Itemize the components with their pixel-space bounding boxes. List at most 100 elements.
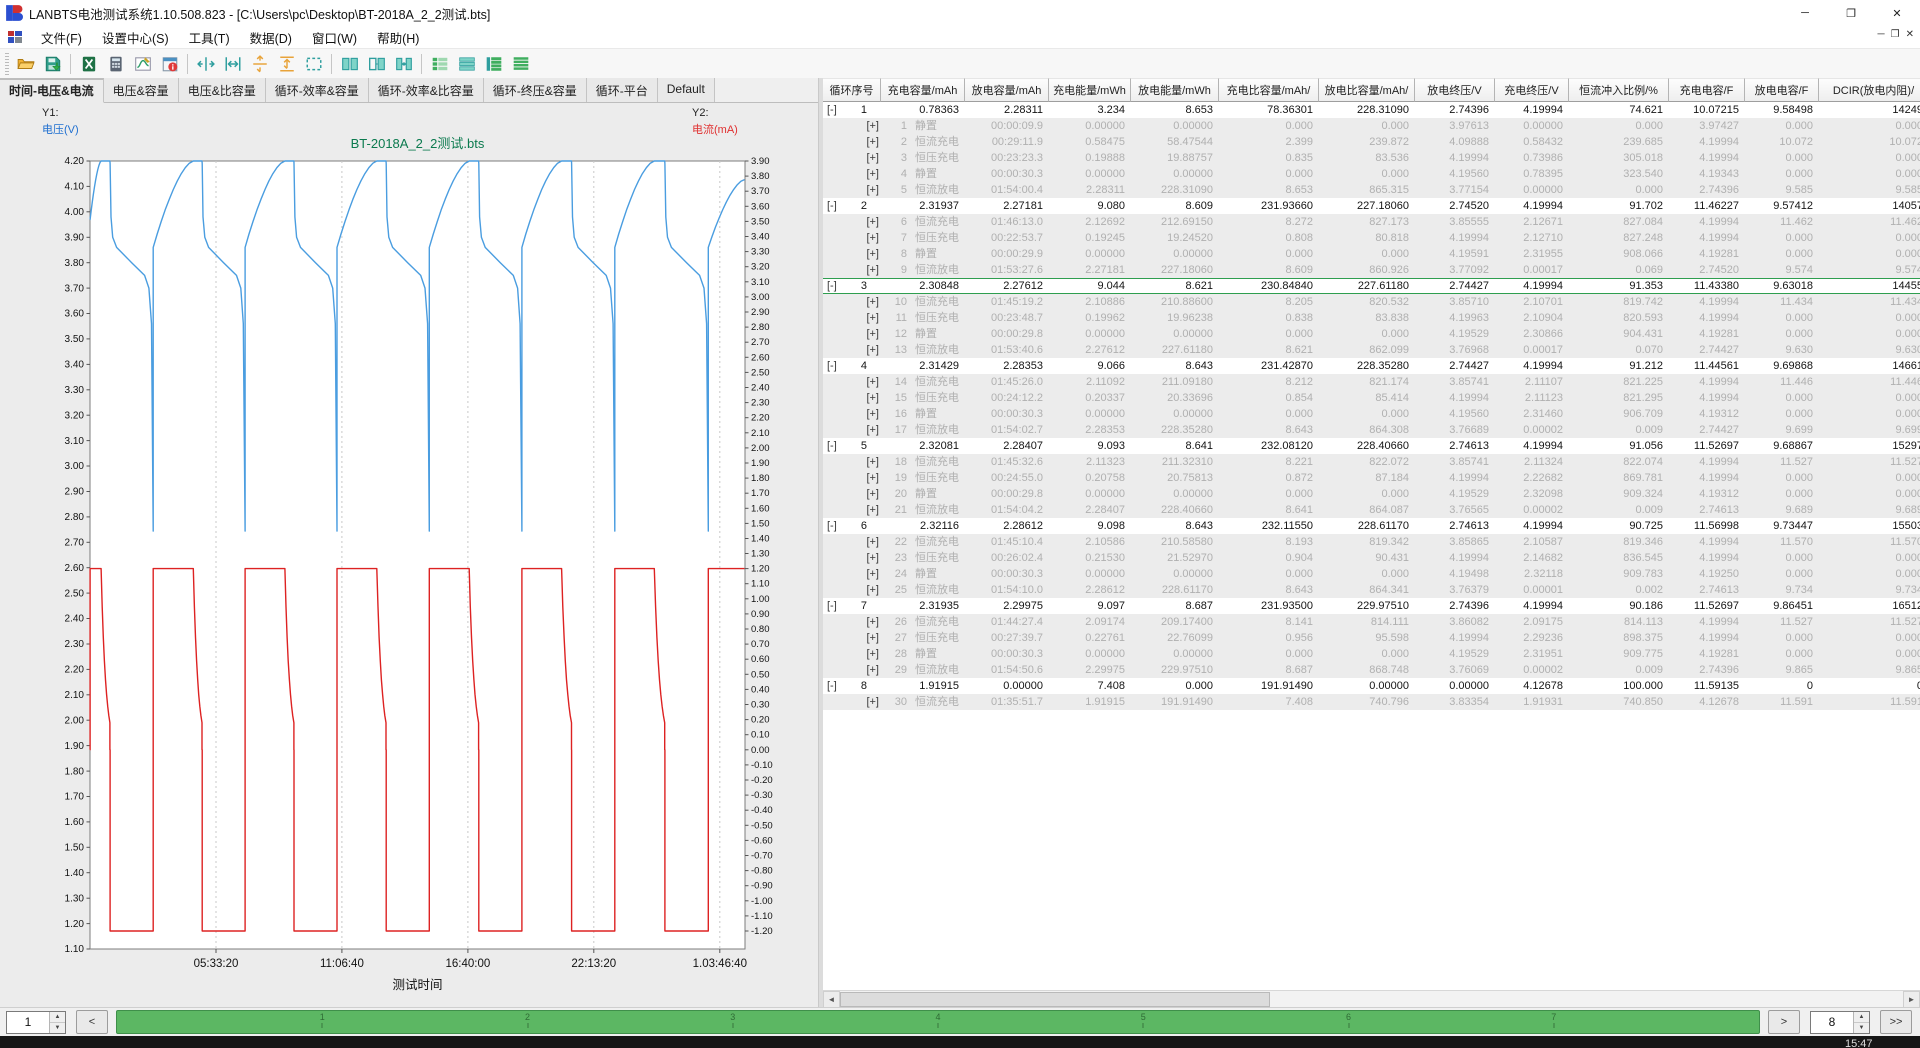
collapse-expander[interactable]: [-] [827, 279, 837, 293]
expand-expander[interactable]: [+] [866, 168, 879, 180]
total-up-icon[interactable]: ▲ [1854, 1012, 1869, 1023]
step-row[interactable]: [+]6恒流充电01:46:13.02.12692212.691508.2728… [823, 214, 1920, 230]
view-list-4-button[interactable] [507, 51, 534, 77]
expand-expander[interactable]: [+] [866, 328, 879, 340]
step-row[interactable]: [+]29恒流放电01:54:50.62.29975229.975108.687… [823, 662, 1920, 678]
step-row[interactable]: [+]4静置00:00:30.30.000000.000000.0000.000… [823, 166, 1920, 182]
column-header-2[interactable]: 放电容量/mAh [965, 78, 1049, 102]
column-header-12[interactable]: DCIR(放电内阻)/ [1819, 78, 1920, 102]
expand-expander[interactable]: [+] [866, 344, 879, 356]
total-page-spinner[interactable]: 8 ▲ ▼ [1810, 1011, 1870, 1034]
page-input[interactable]: 1 [7, 1012, 49, 1033]
table-h-scrollbar[interactable]: ◄ ► [823, 990, 1920, 1008]
tab-3[interactable]: 循环-效率&容量 [266, 78, 369, 102]
step-row[interactable]: [+]24静置00:00:30.30.000000.000000.0000.00… [823, 566, 1920, 582]
step-row[interactable]: [+]28静置00:00:30.30.000000.000000.0000.00… [823, 646, 1920, 662]
next-page-button[interactable]: > [1768, 1010, 1800, 1034]
expand-expander[interactable]: [+] [866, 488, 879, 500]
tab-2[interactable]: 电压&比容量 [179, 78, 266, 102]
zoom-horizontal-button[interactable] [192, 51, 219, 77]
menu-item-1[interactable]: 设置中心(S) [92, 26, 179, 49]
step-row[interactable]: [+]8静置00:00:29.90.000000.000000.0000.000… [823, 246, 1920, 262]
column-header-6[interactable]: 放电比容量/mAh/ [1319, 78, 1415, 102]
step-row[interactable]: [+]27恒压充电00:27:39.70.2276122.760990.9569… [823, 630, 1920, 646]
cycle-row[interactable]: [-]32.308482.276129.0448.621230.84840227… [823, 278, 1920, 294]
view-list-3-button[interactable] [480, 51, 507, 77]
menu-item-0[interactable]: 文件(F) [31, 26, 92, 49]
step-row[interactable]: [+]7恒压充电00:22:53.70.1924519.245200.80880… [823, 230, 1920, 246]
expand-expander[interactable]: [+] [866, 424, 879, 436]
cycle-row[interactable]: [-]42.314292.283539.0668.643231.42870228… [823, 358, 1920, 374]
page-down-icon[interactable]: ▼ [50, 1023, 65, 1033]
curve-editor-button[interactable] [129, 51, 156, 77]
menu-item-3[interactable]: 数据(D) [240, 26, 302, 49]
expand-expander[interactable]: [+] [866, 664, 879, 676]
expand-expander[interactable]: [+] [866, 392, 879, 404]
expand-expander[interactable]: [+] [866, 248, 879, 260]
mdi-minimize-icon[interactable]: ─ [1878, 29, 1885, 40]
column-header-8[interactable]: 充电终压/V [1495, 78, 1569, 102]
save-button[interactable] [39, 51, 66, 77]
zoom-fit-vertical-button[interactable] [273, 51, 300, 77]
step-row[interactable]: [+]3恒压充电00:23:23.30.1988819.887570.83583… [823, 150, 1920, 166]
menu-item-5[interactable]: 帮助(H) [367, 26, 429, 49]
close-button[interactable]: ✕ [1874, 0, 1920, 26]
column-header-4[interactable]: 放电能量/mWh [1131, 78, 1219, 102]
expand-expander[interactable]: [+] [866, 216, 879, 228]
collapse-expander[interactable]: [-] [827, 358, 837, 374]
open-button[interactable] [12, 51, 39, 77]
column-header-5[interactable]: 充电比容量/mAh/ [1219, 78, 1319, 102]
step-row[interactable]: [+]9恒流放电01:53:27.62.27181227.180608.6098… [823, 262, 1920, 278]
expand-expander[interactable]: [+] [866, 648, 879, 660]
expand-expander[interactable]: [+] [866, 232, 879, 244]
view-list-2-button[interactable] [453, 51, 480, 77]
step-row[interactable]: [+]25恒流放电01:54:10.02.28612228.611708.643… [823, 582, 1920, 598]
page-spinner[interactable]: 1 ▲ ▼ [6, 1011, 66, 1034]
cycle-row[interactable]: [-]52.320812.284079.0938.641232.08120228… [823, 438, 1920, 454]
cycle-row[interactable]: [-]72.319352.299759.0978.687231.93500229… [823, 598, 1920, 614]
scroll-left-icon[interactable]: ◄ [823, 991, 840, 1008]
expand-expander[interactable]: [+] [866, 312, 879, 324]
cycle-row[interactable]: [-]62.321162.286129.0988.643232.11550228… [823, 518, 1920, 534]
zoom-marquee-button[interactable] [300, 51, 327, 77]
windows-taskbar[interactable]: 15:47 [0, 1036, 1920, 1048]
scroll-right-icon[interactable]: ► [1903, 991, 1920, 1008]
view-list-1-button[interactable] [426, 51, 453, 77]
column-header-0[interactable]: 循环序号 [823, 78, 881, 102]
total-page-input[interactable]: 8 [1811, 1012, 1853, 1033]
step-row[interactable]: [+]1静置00:00:09.90.000000.000000.0000.000… [823, 118, 1920, 134]
expand-expander[interactable]: [+] [866, 472, 879, 484]
window-split-button[interactable] [336, 51, 363, 77]
step-row[interactable]: [+]12静置00:00:29.80.000000.000000.0000.00… [823, 326, 1920, 342]
prev-page-button[interactable]: < [76, 1010, 108, 1034]
step-row[interactable]: [+]19恒压充电00:24:55.00.2075820.758130.8728… [823, 470, 1920, 486]
chart-plot[interactable]: 05:33:2011:06:4016:40:0022:13:201.03:46:… [0, 103, 818, 1009]
maximize-button[interactable]: ❐ [1828, 0, 1874, 26]
collapse-expander[interactable]: [-] [827, 598, 837, 614]
step-row[interactable]: [+]20静置00:00:29.80.000000.000000.0000.00… [823, 486, 1920, 502]
step-row[interactable]: [+]18恒流充电01:45:32.62.11323211.323108.221… [823, 454, 1920, 470]
expand-expander[interactable]: [+] [866, 552, 879, 564]
column-header-9[interactable]: 恒流冲入比例/% [1569, 78, 1669, 102]
export-excel-button[interactable] [75, 51, 102, 77]
expand-expander[interactable]: [+] [866, 536, 879, 548]
step-row[interactable]: [+]10恒流充电01:45:19.22.10886210.886008.205… [823, 294, 1920, 310]
column-header-11[interactable]: 放电电容/F [1745, 78, 1819, 102]
pager-track[interactable]: 1234567 [116, 1010, 1760, 1034]
step-row[interactable]: [+]16静置00:00:30.30.000000.000000.0000.00… [823, 406, 1920, 422]
step-row[interactable]: [+]23恒压充电00:26:02.40.2153021.529700.9049… [823, 550, 1920, 566]
expand-expander[interactable]: [+] [866, 584, 879, 596]
column-header-10[interactable]: 充电电容/F [1669, 78, 1745, 102]
cycle-row[interactable]: [-]81.919150.000007.4080.000191.914900.0… [823, 678, 1920, 694]
zoom-fit-horizontal-button[interactable] [219, 51, 246, 77]
column-header-7[interactable]: 放电终压/V [1415, 78, 1495, 102]
collapse-expander[interactable]: [-] [827, 198, 837, 214]
collapse-expander[interactable]: [-] [827, 678, 837, 694]
expand-expander[interactable]: [+] [866, 136, 879, 148]
step-row[interactable]: [+]22恒流充电01:45:10.42.10586210.585808.193… [823, 534, 1920, 550]
menu-item-2[interactable]: 工具(T) [179, 26, 240, 49]
last-page-button[interactable]: >> [1880, 1010, 1912, 1034]
tab-0[interactable]: 时间-电压&电流 [0, 78, 104, 103]
zoom-vertical-button[interactable] [246, 51, 273, 77]
step-row[interactable]: [+]30恒流充电01:35:51.71.91915191.914907.408… [823, 694, 1920, 710]
